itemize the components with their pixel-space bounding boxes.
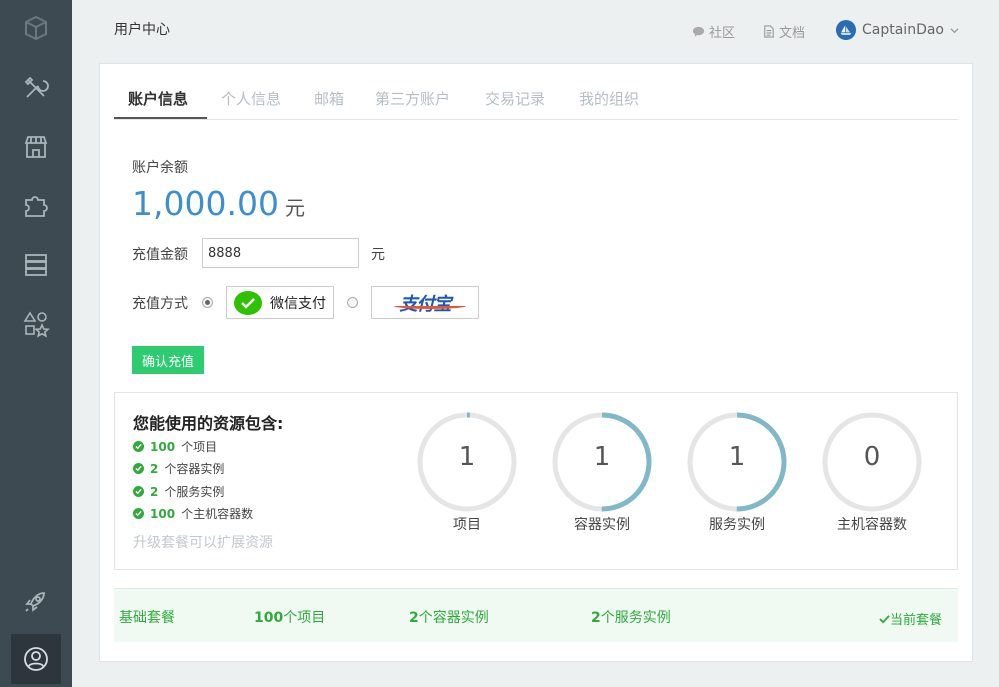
logo-cube-icon[interactable] (11, 3, 61, 53)
document-icon (764, 25, 774, 38)
resource-item: 2 个服务实例 (133, 483, 224, 500)
alipay-option[interactable]: 支付宝 (371, 286, 479, 319)
gauge-value: 1 (593, 442, 611, 472)
tab-email[interactable]: 邮箱 (314, 88, 344, 109)
sidebar (0, 0, 72, 687)
plan-name: 基础套餐 (119, 610, 175, 626)
confirm-recharge-button[interactable]: 确认充值 (132, 346, 204, 374)
store-icon[interactable] (11, 122, 61, 172)
plan-services-count: 2 (591, 610, 601, 626)
resource-item: 100 个主机容器数 (133, 505, 253, 522)
resource-count: 2 (150, 484, 159, 499)
upgrade-hint: 升级套餐可以扩展资源 (133, 535, 273, 551)
user-icon[interactable] (11, 634, 61, 684)
resource-count: 100 (150, 439, 176, 454)
plan-projects: 100个项目 (254, 607, 325, 627)
resource-summary: 您能使用的资源包含: 100 个项目 2 个容器实例 2 个服务实例 100 个主机容器… (114, 392, 958, 570)
alipay-radio[interactable] (347, 297, 358, 308)
resource-text: 个服务实例 (164, 485, 225, 499)
chat-icon (692, 26, 705, 37)
plan-services-text: 个服务实例 (600, 610, 671, 626)
wechat-radio[interactable] (202, 297, 213, 308)
check-circle-icon (133, 441, 144, 452)
resource-count: 100 (150, 506, 176, 521)
gauge-host-containers: 0 (822, 412, 922, 512)
gauge-label: 容器实例 (574, 517, 630, 533)
balance-value: 1,000.00 (132, 184, 279, 223)
server-icon[interactable] (11, 240, 61, 290)
docs-label: 文档 (779, 26, 806, 41)
main-panel: 账户信息 个人信息 邮箱 第三方账户 交易记录 我的组织 账户余额 1,000.… (99, 63, 973, 662)
tab-bar: 账户信息 个人信息 邮箱 第三方账户 交易记录 我的组织 (114, 64, 958, 120)
tab-third-party[interactable]: 第三方账户 (375, 88, 450, 109)
gauge-value: 1 (458, 442, 476, 472)
recharge-amount-label: 充值金额 (132, 247, 188, 263)
gauge-containers: 1 (552, 412, 652, 512)
plan-services: 2个服务实例 (591, 607, 671, 627)
rocket-icon[interactable] (11, 576, 61, 626)
plan-containers-text: 个容器实例 (418, 610, 489, 626)
recharge-unit: 元 (371, 247, 385, 263)
resource-item: 2 个容器实例 (133, 460, 224, 477)
alipay-logo: 支付宝 (393, 290, 466, 316)
tab-organization[interactable]: 我的组织 (579, 88, 639, 109)
community-label: 社区 (709, 26, 736, 41)
check-circle-icon (133, 508, 144, 519)
resource-text: 个主机容器数 (181, 507, 254, 521)
plan-projects-text: 个项目 (283, 610, 326, 626)
tab-account-info[interactable]: 账户信息 (128, 88, 188, 109)
gauge-value: 1 (728, 442, 746, 472)
puzzle-icon[interactable] (11, 181, 61, 231)
current-plan-label: 当前套餐 (889, 613, 942, 628)
community-link[interactable]: 社区 (692, 22, 735, 41)
resource-item: 100 个项目 (133, 438, 217, 455)
gauge-label: 项目 (453, 517, 481, 533)
chevron-down-icon (950, 27, 959, 33)
check-circle-icon (133, 463, 144, 474)
balance-unit: 元 (284, 196, 305, 220)
avatar (836, 20, 856, 40)
plan-bar: 基础套餐 100个项目 2个容器实例 2个服务实例 当前套餐 (114, 588, 958, 642)
wechat-logo-icon (234, 290, 262, 315)
docs-link[interactable]: 文档 (762, 22, 805, 41)
resource-text: 个项目 (181, 440, 218, 454)
balance-label: 账户余额 (132, 160, 188, 176)
plan-projects-count: 100 (254, 610, 284, 626)
plan-containers-count: 2 (409, 610, 419, 626)
alipay-swoosh (393, 303, 466, 309)
shapes-icon[interactable] (11, 299, 61, 349)
payment-method-label: 充值方式 (132, 296, 188, 312)
resource-text: 个容器实例 (164, 462, 225, 476)
username: CaptainDao (862, 22, 944, 38)
wechat-pay-label: 微信支付 (270, 295, 326, 312)
gauge-label: 服务实例 (709, 517, 765, 533)
balance-display: 1,000.00 元 (132, 184, 305, 223)
active-tab-indicator (114, 117, 207, 119)
gauge-services: 1 (687, 412, 787, 512)
current-plan-badge: 当前套餐 (879, 609, 942, 628)
resource-count: 2 (150, 461, 159, 476)
plan-containers: 2个容器实例 (409, 607, 489, 627)
gauge-projects: 1 (417, 412, 517, 512)
user-menu[interactable]: CaptainDao (836, 20, 959, 40)
wechat-pay-option[interactable]: 微信支付 (226, 286, 334, 319)
check-icon (879, 615, 890, 624)
gauge-value: 0 (863, 442, 881, 472)
resource-title: 您能使用的资源包含: (133, 414, 284, 433)
check-circle-icon (133, 486, 144, 497)
tools-icon[interactable] (11, 63, 61, 113)
tab-transactions[interactable]: 交易记录 (485, 88, 545, 109)
tab-personal-info[interactable]: 个人信息 (221, 88, 281, 109)
page-title: 用户中心 (114, 22, 170, 38)
gauge-label: 主机容器数 (837, 517, 907, 533)
recharge-amount-input[interactable] (202, 238, 359, 268)
